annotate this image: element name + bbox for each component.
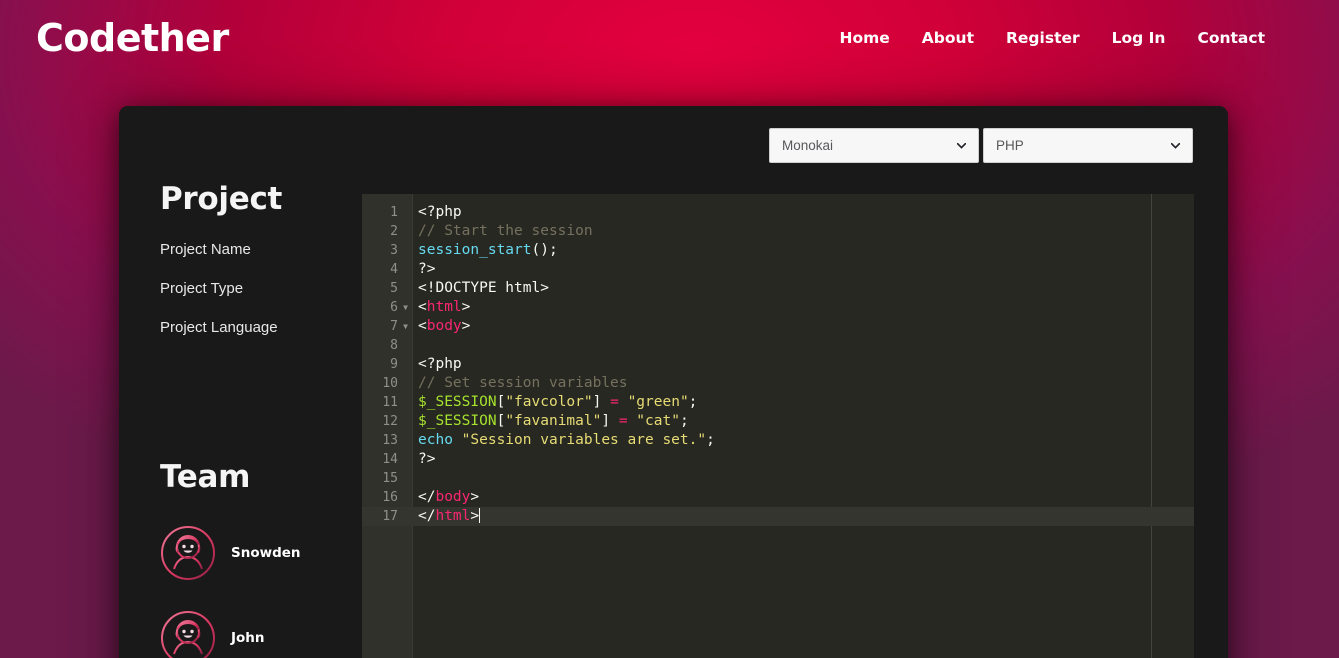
chevron-down-icon (1171, 142, 1180, 149)
code-line[interactable]: 7 ▼ <body> (362, 317, 1194, 336)
code-line[interactable]: 12 $_SESSION["favanimal"] = "cat"; (362, 412, 1194, 431)
avatar-face-icon (161, 526, 215, 580)
theme-select-value: Monokai (782, 138, 834, 153)
line-number: 9 (390, 357, 398, 372)
code-text: <!DOCTYPE html> (418, 280, 549, 296)
code-line[interactable]: 15 (362, 469, 1194, 488)
nav-register[interactable]: Register (1006, 29, 1080, 47)
code-text: <html> (418, 299, 471, 315)
project-item-1[interactable]: Project Name (160, 241, 363, 258)
code-text: // Set session variables (418, 375, 628, 391)
project-item-2[interactable]: Project Type (160, 280, 363, 297)
line-number: 13 (382, 433, 398, 448)
code-text: // Start the session (418, 223, 593, 239)
line-number: 16 (382, 490, 398, 505)
code-line[interactable]: 10 // Set session variables (362, 374, 1194, 393)
code-text: $_SESSION["favcolor"] = "green"; (418, 394, 698, 410)
line-number: 12 (382, 414, 398, 429)
line-number: 15 (382, 471, 398, 486)
avatar-face-icon (161, 611, 215, 658)
language-select[interactable]: PHP (983, 128, 1193, 163)
code-line[interactable]: 1 <?php (362, 203, 1194, 222)
team-member-list: Snowden John (160, 525, 363, 658)
line-number: 7 (390, 319, 398, 334)
code-line[interactable]: 13 echo "Session variables are set."; (362, 431, 1194, 450)
editor-app-panel: Monokai PHP Project Project Name Project … (119, 106, 1228, 658)
project-item-list: Project Name Project Type Project Language (160, 241, 363, 336)
theme-select[interactable]: Monokai (769, 128, 979, 163)
code-text: ?> (418, 261, 436, 277)
code-line[interactable]: 2 // Start the session (362, 222, 1194, 241)
code-text: session_start(); (418, 242, 558, 258)
team-heading: Team (160, 459, 251, 495)
project-item-3[interactable]: Project Language (160, 319, 363, 336)
code-text: </html> (418, 508, 481, 524)
line-number: 14 (382, 452, 398, 467)
line-number: 17 (382, 509, 398, 524)
line-number: 8 (390, 338, 398, 353)
line-number: 6 (390, 300, 398, 315)
team-member[interactable]: Snowden (160, 525, 363, 581)
code-line[interactable]: 4 ?> (362, 260, 1194, 279)
nav-about[interactable]: About (922, 29, 974, 47)
line-number: 11 (382, 395, 398, 410)
code-text: <?php (418, 356, 462, 372)
code-text: $_SESSION["favanimal"] = "cat"; (418, 413, 689, 429)
editor-toolbar: Monokai PHP (769, 128, 1193, 163)
nav-home[interactable]: Home (840, 29, 890, 47)
chevron-down-icon (957, 142, 966, 149)
fold-arrow-icon[interactable]: ▼ (398, 317, 413, 336)
team-member[interactable]: John (160, 610, 363, 658)
code-content[interactable]: 1 <?php 2 // Start the session 3 session_star… (362, 203, 1194, 526)
nav-contact[interactable]: Contact (1197, 29, 1265, 47)
text-cursor (479, 508, 481, 523)
site-logo[interactable]: Codether (36, 19, 229, 57)
team-member-name: Snowden (231, 545, 301, 561)
language-select-value: PHP (996, 138, 1024, 153)
team-section: Team Snowden John (160, 462, 363, 658)
line-number: 5 (390, 281, 398, 296)
code-line[interactable]: 8 (362, 336, 1194, 355)
line-number: 10 (382, 376, 398, 391)
code-line[interactable]: 17 </html> (362, 507, 1194, 526)
fold-arrow-icon[interactable]: ▼ (398, 298, 413, 317)
code-text: </body> (418, 489, 480, 505)
line-number: 2 (390, 224, 398, 239)
code-line[interactable]: 16 </body> (362, 488, 1194, 507)
code-text: <body> (418, 318, 471, 334)
code-line[interactable]: 11 $_SESSION["favcolor"] = "green"; (362, 393, 1194, 412)
code-text: echo "Session variables are set."; (418, 432, 715, 448)
code-text: ?> (418, 451, 436, 467)
nav-login[interactable]: Log In (1112, 29, 1166, 47)
main-navigation: Home About Register Log In Contact (840, 29, 1304, 47)
project-heading: Project (160, 181, 283, 217)
code-line[interactable]: 3 session_start(); (362, 241, 1194, 260)
site-header: Codether Home About Register Log In Contact (0, 0, 1339, 76)
line-number: 3 (390, 243, 398, 258)
code-text: <?php (418, 204, 462, 220)
code-line[interactable]: 14 ?> (362, 450, 1194, 469)
line-number: 4 (390, 262, 398, 277)
code-line[interactable]: 5 <!DOCTYPE html> (362, 279, 1194, 298)
line-number: 1 (390, 205, 398, 220)
project-sidebar: Project Project Name Project Type Project … (119, 106, 363, 658)
code-line[interactable]: 6 ▼ <html> (362, 298, 1194, 317)
code-line[interactable]: 9 <?php (362, 355, 1194, 374)
team-member-name: John (231, 630, 265, 646)
code-editor[interactable]: 1 <?php 2 // Start the session 3 session_star… (362, 194, 1194, 658)
